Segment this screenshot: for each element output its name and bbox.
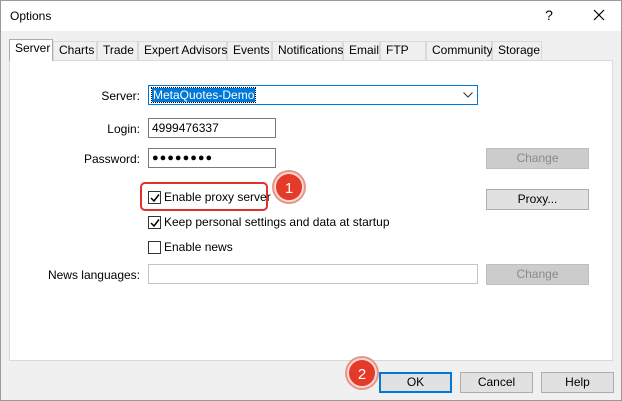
dialog-footer: 2 OK Cancel Help bbox=[1, 358, 621, 400]
checkbox-box bbox=[148, 241, 161, 254]
help-question-button[interactable]: ? bbox=[539, 7, 559, 25]
login-input[interactable]: 4999476337 bbox=[148, 118, 276, 138]
cancel-button[interactable]: Cancel bbox=[460, 372, 533, 393]
change-password-button[interactable]: Change bbox=[486, 148, 589, 169]
news-languages-input[interactable] bbox=[148, 264, 478, 284]
server-value: MetaQuotes-Demo bbox=[150, 87, 257, 103]
annotation-marker-1: 1 bbox=[274, 172, 304, 202]
tab-storage[interactable]: Storage bbox=[492, 41, 542, 60]
tab-server[interactable]: Server bbox=[9, 39, 53, 61]
annotation-marker-2: 2 bbox=[347, 358, 377, 388]
tab-notifications[interactable]: Notifications bbox=[272, 41, 343, 60]
check-icon bbox=[150, 219, 160, 228]
help-button[interactable]: Help bbox=[541, 372, 614, 393]
tab-expert-advisors[interactable]: Expert Advisors bbox=[138, 41, 227, 60]
ok-button[interactable]: OK bbox=[379, 372, 452, 393]
tab-community[interactable]: Community bbox=[426, 41, 493, 60]
tab-events[interactable]: Events bbox=[227, 41, 272, 60]
title-bar[interactable]: Options ? bbox=[1, 1, 621, 31]
enable-news-checkbox[interactable]: Enable news bbox=[148, 240, 248, 256]
keep-settings-checkbox[interactable]: Keep personal settings and data at start… bbox=[148, 215, 390, 231]
proxy-highlight-box bbox=[140, 182, 268, 211]
news-languages-label: News languages: bbox=[47, 268, 140, 282]
window-title: Options bbox=[10, 9, 52, 23]
change-news-button[interactable]: Change bbox=[486, 264, 589, 285]
tab-trade[interactable]: Trade bbox=[97, 41, 138, 60]
password-input[interactable]: ●●●●●●●● bbox=[148, 148, 276, 168]
server-combobox[interactable]: MetaQuotes-Demo bbox=[148, 85, 478, 105]
keep-settings-label: Keep personal settings and data at start… bbox=[164, 215, 390, 229]
tab-ftp[interactable]: FTP bbox=[380, 41, 426, 60]
close-icon bbox=[593, 9, 605, 21]
enable-news-label: Enable news bbox=[164, 240, 233, 254]
proxy-button[interactable]: Proxy... bbox=[486, 189, 589, 210]
server-tab-panel: Server: MetaQuotes-Demo Login: 499947633… bbox=[9, 60, 613, 361]
server-label: Server: bbox=[101, 89, 140, 103]
chevron-down-icon bbox=[463, 92, 473, 98]
login-label: Login: bbox=[107, 122, 140, 136]
close-button[interactable] bbox=[587, 5, 611, 27]
options-dialog: Options ? Server Charts Trade Expert Adv… bbox=[0, 0, 622, 401]
tab-email[interactable]: Email bbox=[343, 41, 380, 60]
checkbox-box bbox=[148, 216, 161, 229]
tab-charts[interactable]: Charts bbox=[53, 41, 97, 60]
password-label: Password: bbox=[83, 152, 140, 166]
